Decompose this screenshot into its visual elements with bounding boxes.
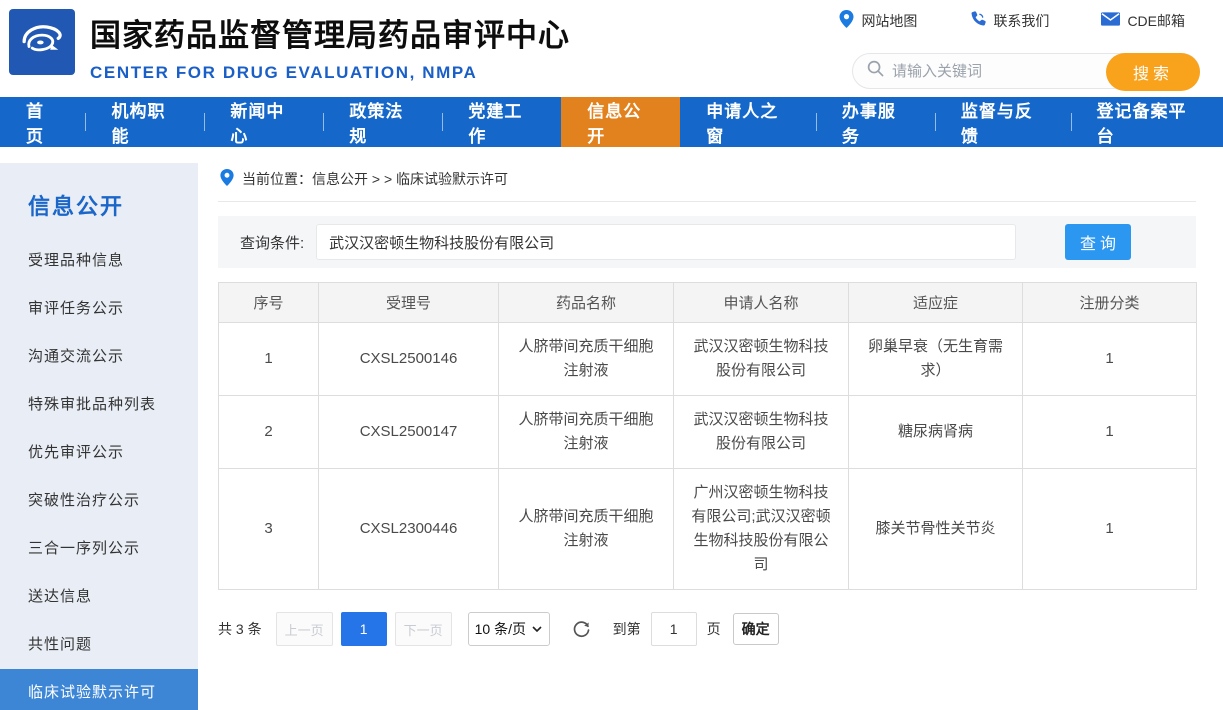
table-header-row: 序号 受理号 药品名称 申请人名称 适应症 注册分类 — [219, 283, 1197, 323]
prev-page-button[interactable]: 上一页 — [276, 612, 333, 646]
results-table: 序号 受理号 药品名称 申请人名称 适应症 注册分类 1 CXSL2500146… — [218, 282, 1197, 590]
table-row: 2 CXSL2500147 人脐带间充质干细胞注射液 武汉汉密顿生物科技股份有限… — [219, 396, 1197, 469]
phone-icon — [969, 11, 986, 31]
main-panel: 当前位置：信息公开 > > 临床试验默示许可 查询条件: 查询 序号 受理号 药… — [218, 147, 1196, 646]
page-size-select[interactable]: 10 条/页 — [468, 612, 550, 646]
nav-item-policy[interactable]: 政策法规 — [323, 97, 442, 147]
table-row: 1 CXSL2500146 人脐带间充质干细胞注射液 武汉汉密顿生物科技股份有限… — [219, 323, 1197, 396]
sidebar-item-accepted-varieties[interactable]: 受理品种信息 — [0, 237, 198, 285]
pagination: 共 3 条 上一页 1 下一页 10 条/页 到第 页 确定 — [218, 612, 1196, 646]
cde-mail-link[interactable]: CDE邮箱 — [1101, 10, 1185, 31]
cell-index: 1 — [219, 323, 319, 396]
cell-applicant: 武汉汉密顿生物科技股份有限公司 — [674, 396, 849, 469]
sidebar-item-three-in-one[interactable]: 三合一序列公示 — [0, 525, 198, 573]
breadcrumb-text: 当前位置：信息公开 > > 临床试验默示许可 — [242, 169, 508, 189]
cell-applicant: 武汉汉密顿生物科技股份有限公司 — [674, 323, 849, 396]
nav-item-party[interactable]: 党建工作 — [442, 97, 561, 147]
col-header-registration-class: 注册分类 — [1023, 283, 1197, 323]
query-label: 查询条件: — [240, 232, 304, 253]
cell-drug-name: 人脐带间充质干细胞注射液 — [499, 469, 674, 590]
cell-registration-class: 1 — [1023, 323, 1197, 396]
confirm-button[interactable]: 确定 — [733, 613, 779, 645]
mail-icon — [1101, 12, 1120, 29]
page-unit-label: 页 — [707, 619, 721, 639]
header-search: 搜索 — [852, 53, 1200, 89]
sidebar: 信息公开 受理品种信息 审评任务公示 沟通交流公示 特殊审批品种列表 优先审评公… — [0, 163, 198, 710]
cell-applicant: 广州汉密顿生物科技有限公司;武汉汉密顿生物科技股份有限公司 — [674, 469, 849, 590]
sidebar-item-breakthrough-therapy[interactable]: 突破性治疗公示 — [0, 477, 198, 525]
cell-indication: 糖尿病肾病 — [849, 396, 1023, 469]
sidebar-item-common-questions[interactable]: 共性问题 — [0, 621, 198, 669]
location-pin-icon — [220, 169, 234, 189]
nav-item-functions[interactable]: 机构职能 — [85, 97, 204, 147]
current-page-button[interactable]: 1 — [341, 612, 387, 646]
contact-link-label: 联系我们 — [993, 11, 1049, 31]
query-input[interactable] — [316, 224, 1016, 260]
cell-index: 3 — [219, 469, 319, 590]
cell-acceptance-no: CXSL2300446 — [319, 469, 499, 590]
goto-page-input[interactable] — [651, 612, 697, 646]
col-header-drug-name: 药品名称 — [499, 283, 674, 323]
cell-index: 2 — [219, 396, 319, 469]
query-panel: 查询条件: 查询 — [218, 216, 1196, 268]
col-header-index: 序号 — [219, 283, 319, 323]
sidebar-item-special-approval[interactable]: 特殊审批品种列表 — [0, 381, 198, 429]
nav-item-home[interactable]: 首页 — [0, 97, 85, 147]
cell-registration-class: 1 — [1023, 396, 1197, 469]
brand-block: 国家药品监督管理局药品审评中心 CENTER FOR DRUG EVALUATI… — [90, 10, 570, 83]
nav-item-applicant-window[interactable]: 申请人之窗 — [680, 97, 816, 147]
header-utility-links: 网站地图 联系我们 CDE邮箱 — [839, 10, 1185, 31]
col-header-acceptance-no: 受理号 — [319, 283, 499, 323]
cell-drug-name: 人脐带间充质干细胞注射液 — [499, 323, 674, 396]
site-title: 国家药品监督管理局药品审评中心 — [90, 10, 570, 55]
query-button[interactable]: 查询 — [1065, 224, 1131, 260]
breadcrumb: 当前位置：信息公开 > > 临床试验默示许可 — [218, 147, 1196, 202]
sidebar-item-clinical-trial-implied-license[interactable]: 临床试验默示许可 — [0, 669, 198, 710]
refresh-icon[interactable] — [572, 620, 591, 639]
cell-drug-name: 人脐带间充质干细胞注射液 — [499, 396, 674, 469]
sitemap-link[interactable]: 网站地图 — [839, 10, 917, 31]
cell-acceptance-no: CXSL2500147 — [319, 396, 499, 469]
nav-item-news[interactable]: 新闻中心 — [204, 97, 323, 147]
nav-item-info-disclosure[interactable]: 信息公开 — [561, 97, 680, 147]
cde-logo-icon — [16, 14, 68, 71]
sidebar-title: 信息公开 — [0, 163, 198, 237]
sidebar-item-review-tasks[interactable]: 审评任务公示 — [0, 285, 198, 333]
nav-item-services[interactable]: 办事服务 — [816, 97, 935, 147]
content-area: 信息公开 受理品种信息 审评任务公示 沟通交流公示 特殊审批品种列表 优先审评公… — [0, 147, 1223, 710]
cell-acceptance-no: CXSL2500146 — [319, 323, 499, 396]
site-header: 国家药品监督管理局药品审评中心 CENTER FOR DRUG EVALUATI… — [0, 0, 1223, 97]
map-pin-icon — [839, 10, 854, 31]
pagination-total: 共 3 条 — [218, 619, 262, 639]
table-row: 3 CXSL2300446 人脐带间充质干细胞注射液 广州汉密顿生物科技有限公司… — [219, 469, 1197, 590]
search-button[interactable]: 搜索 — [1106, 53, 1200, 91]
sidebar-item-delivery-info[interactable]: 送达信息 — [0, 573, 198, 621]
cde-logo — [9, 9, 75, 75]
cell-registration-class: 1 — [1023, 469, 1197, 590]
goto-page-label: 到第 — [613, 619, 641, 639]
search-icon — [867, 60, 884, 82]
site-subtitle: CENTER FOR DRUG EVALUATION, NMPA — [90, 63, 570, 83]
main-nav: 首页 机构职能 新闻中心 政策法规 党建工作 信息公开 申请人之窗 办事服务 监… — [0, 97, 1223, 147]
contact-link[interactable]: 联系我们 — [969, 10, 1049, 31]
nav-item-supervision[interactable]: 监督与反馈 — [935, 97, 1071, 147]
next-page-button[interactable]: 下一页 — [395, 612, 452, 646]
sidebar-item-communication[interactable]: 沟通交流公示 — [0, 333, 198, 381]
sitemap-link-label: 网站地图 — [861, 11, 917, 31]
sidebar-item-priority-review[interactable]: 优先审评公示 — [0, 429, 198, 477]
col-header-applicant: 申请人名称 — [674, 283, 849, 323]
nav-item-registration-platform[interactable]: 登记备案平台 — [1071, 97, 1223, 147]
col-header-indication: 适应症 — [849, 283, 1023, 323]
cell-indication: 膝关节骨性关节炎 — [849, 469, 1023, 590]
cell-indication: 卵巢早衰（无生育需求） — [849, 323, 1023, 396]
cde-mail-link-label: CDE邮箱 — [1127, 11, 1185, 31]
